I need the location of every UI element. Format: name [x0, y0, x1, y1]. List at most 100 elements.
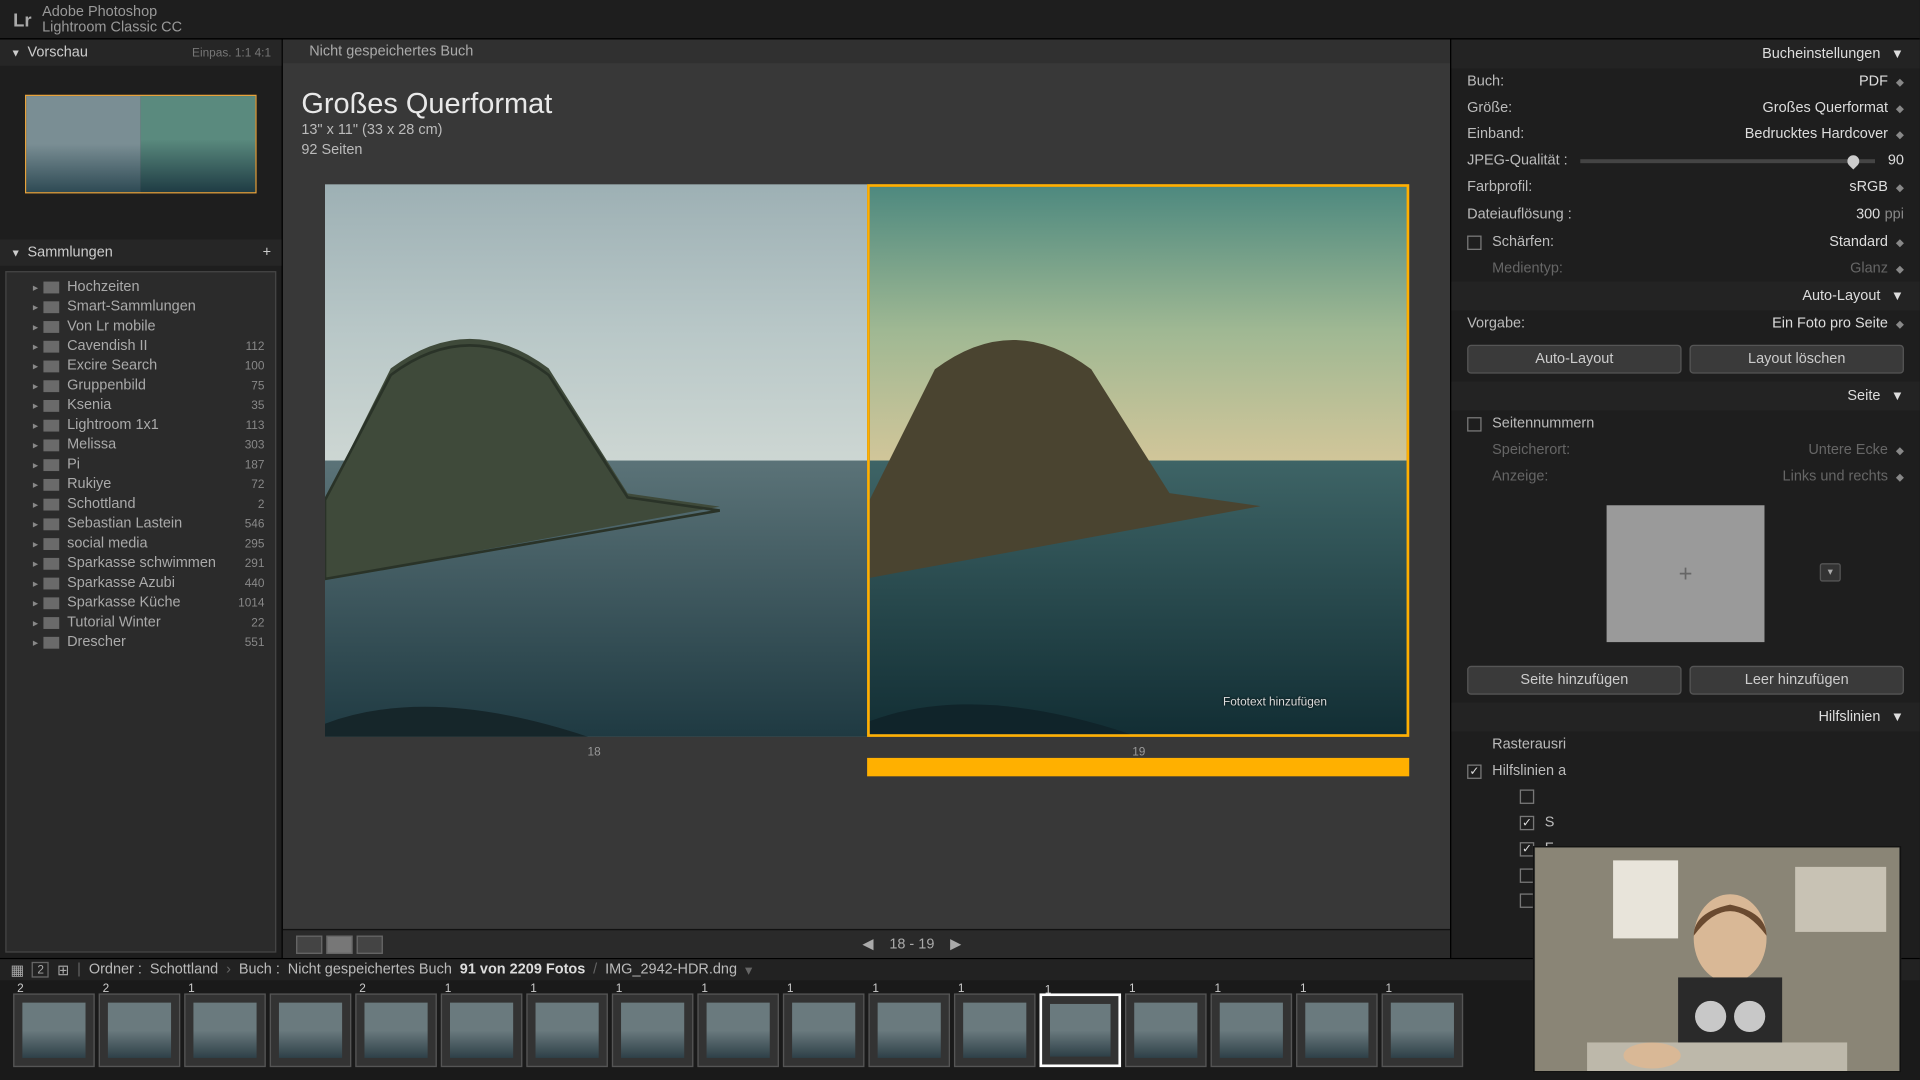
collection-item[interactable]: ▸Rukiye72 [7, 475, 275, 495]
add-blank-button[interactable]: Leer hinzufügen [1689, 666, 1903, 695]
crumb-folder-label: Ordner : [89, 962, 142, 978]
jpeg-quality-row[interactable]: JPEG-Qualität :90 [1451, 147, 1919, 173]
filmstrip-thumb[interactable]: 1 [1296, 993, 1378, 1067]
collection-item[interactable]: ▸Hochzeiten [7, 278, 275, 298]
book-size-row[interactable]: Größe:Großes Querformat◆ [1451, 95, 1919, 121]
spread-view-button[interactable] [326, 935, 352, 953]
pagenum-location-row: Speicherort:Untere Ecke◆ [1451, 437, 1919, 463]
collection-item[interactable]: ▸Von Lr mobile [7, 317, 275, 337]
collection-item[interactable]: ▸social media295 [7, 534, 275, 554]
prev-page-button[interactable]: ◀ [862, 936, 873, 953]
filmstrip-thumb[interactable]: 1 [868, 993, 950, 1067]
secondary-monitor-icon[interactable]: 2 [32, 962, 49, 978]
grid-snap-row[interactable]: Rasterausri [1451, 732, 1919, 758]
next-page-button[interactable]: ▶ [950, 936, 961, 953]
view-mode-icon[interactable]: ⊞ [57, 961, 69, 978]
collection-item[interactable]: ▸Schottland2 [7, 495, 275, 515]
filmstrip-thumb[interactable]: 1 [441, 993, 523, 1067]
filmstrip-thumb[interactable]: 1 [526, 993, 608, 1067]
grid-icon[interactable]: ▦ [11, 961, 25, 978]
collection-item[interactable]: ▸Lightroom 1x1113 [7, 416, 275, 436]
app-logo: Lr [13, 9, 31, 30]
page-numbers-checkbox[interactable] [1467, 416, 1481, 430]
preview-label: Vorschau [28, 45, 193, 61]
disclosure-triangle-icon: ▼ [11, 247, 21, 259]
book-settings-header[interactable]: Bucheinstellungen▼ [1451, 39, 1919, 68]
resolution-row[interactable]: Dateiauflösung :300 ppi [1451, 200, 1919, 229]
collection-item[interactable]: ▸Sebastian Lastein546 [7, 514, 275, 534]
photo-right [869, 187, 1406, 734]
crumb-book-value[interactable]: Nicht gespeichertes Buch [288, 962, 452, 978]
add-caption-hint[interactable]: Fototext hinzufügen [1223, 695, 1327, 708]
navigator-thumbnail[interactable] [25, 95, 257, 194]
book-page-count: 92 Seiten [301, 141, 1431, 161]
preview-panel-header[interactable]: ▼ Vorschau Einpas. 1:1 4:1 [0, 39, 282, 65]
filmstrip-thumb[interactable]: 1 [954, 993, 1036, 1067]
template-dropdown-icon[interactable]: ▾ [1820, 563, 1841, 581]
webcam-overlay [1533, 846, 1901, 1072]
filmstrip-thumb[interactable]: 1 [1125, 993, 1207, 1067]
guide-opt-2[interactable]: ✓S [1451, 809, 1919, 835]
collection-item[interactable]: ▸Drescher551 [7, 633, 275, 653]
filmstrip-thumb[interactable]: 1 [1382, 993, 1464, 1067]
collection-item[interactable]: ▸Cavendish II112 [7, 337, 275, 357]
auto-layout-button[interactable]: Auto-Layout [1467, 345, 1681, 374]
page-numbers-row[interactable]: Seitennummern [1451, 411, 1919, 437]
left-page[interactable] [324, 184, 866, 737]
filmstrip-thumb[interactable]: 2 [13, 993, 95, 1067]
title-bar: Lr Adobe PhotoshopLightroom Classic CC [0, 0, 1920, 39]
collection-item[interactable]: ▸Sparkasse Küche1014 [7, 593, 275, 613]
preview-zoom-options[interactable]: Einpas. 1:1 4:1 [192, 46, 271, 59]
single-view-button[interactable] [357, 935, 383, 953]
collection-item[interactable]: ▸Melissa303 [7, 436, 275, 456]
collection-item[interactable]: ▸Tutorial Winter22 [7, 613, 275, 633]
jpeg-quality-slider[interactable] [1581, 159, 1875, 163]
sharpen-row[interactable]: Schärfen:Standard◆ [1451, 229, 1919, 255]
guide-opt-1[interactable] [1451, 784, 1919, 809]
page-template-picker[interactable]: +▾ [1607, 505, 1765, 642]
collection-item[interactable]: ▸Smart-Sammlungen [7, 297, 275, 317]
crumb-count: 91 von 2209 Fotos [460, 962, 585, 978]
show-guides-row[interactable]: ✓Hilfslinien a [1451, 758, 1919, 784]
book-format-row[interactable]: Buch:PDF◆ [1451, 68, 1919, 94]
collections-panel-header[interactable]: ▼ Sammlungen + [0, 239, 282, 265]
crumb-folder-value[interactable]: Schottland [150, 962, 218, 978]
filmstrip-thumb[interactable]: 1 [1039, 993, 1121, 1067]
right-page-selected[interactable]: Fototext hinzufügen [866, 184, 1408, 737]
collection-item[interactable]: ▸Excire Search100 [7, 357, 275, 377]
preset-row[interactable]: Vorgabe:Ein Foto pro Seite◆ [1451, 311, 1919, 337]
filmstrip-thumb[interactable]: 2 [355, 993, 437, 1067]
book-title: Großes Querformat [301, 87, 1431, 121]
collection-item[interactable]: ▸Sparkasse schwimmen291 [7, 554, 275, 574]
filmstrip-thumb[interactable]: 1 [697, 993, 779, 1067]
sharpen-checkbox[interactable] [1467, 235, 1481, 249]
filmstrip-thumb[interactable] [270, 993, 352, 1067]
filmstrip-thumb[interactable]: 1 [1211, 993, 1293, 1067]
grid-view-button[interactable] [296, 935, 322, 953]
left-panel: ▼ Vorschau Einpas. 1:1 4:1 ▼ Sammlungen … [0, 39, 283, 957]
add-page-button[interactable]: Seite hinzufügen [1467, 666, 1681, 695]
add-collection-icon[interactable]: + [263, 245, 271, 261]
collection-item[interactable]: ▸Ksenia35 [7, 396, 275, 416]
book-cover-row[interactable]: Einband:Bedrucktes Hardcover◆ [1451, 121, 1919, 147]
center-canvas: Nicht gespeichertes Buch Großes Querform… [283, 39, 1450, 957]
app-name: Adobe PhotoshopLightroom Classic CC [42, 3, 182, 35]
view-toolbar: ◀ 18 - 19 ▶ [283, 929, 1450, 958]
auto-layout-header[interactable]: Auto-Layout▼ [1451, 282, 1919, 311]
page-spread[interactable]: Fototext hinzufügen 18 19 [324, 184, 1408, 758]
show-guides-checkbox[interactable]: ✓ [1467, 764, 1481, 778]
collection-item[interactable]: ▸Gruppenbild75 [7, 376, 275, 396]
collection-item[interactable]: ▸Pi187 [7, 455, 275, 475]
filmstrip-thumb[interactable]: 1 [184, 993, 266, 1067]
filmstrip-thumb[interactable]: 2 [99, 993, 181, 1067]
clear-layout-button[interactable]: Layout löschen [1689, 345, 1903, 374]
page-navigator: ◀ 18 - 19 ▶ [862, 936, 961, 953]
filmstrip-thumb[interactable]: 1 [783, 993, 865, 1067]
filmstrip-thumb[interactable]: 1 [612, 993, 694, 1067]
page-section-header[interactable]: Seite▼ [1451, 382, 1919, 411]
color-profile-row[interactable]: Farbprofil:sRGB◆ [1451, 174, 1919, 200]
unsaved-book-tab[interactable]: Nicht gespeichertes Buch [309, 43, 473, 59]
chevron-down-icon: ▼ [1891, 389, 1904, 403]
guides-header[interactable]: Hilfslinien▼ [1451, 703, 1919, 732]
collection-item[interactable]: ▸Sparkasse Azubi440 [7, 574, 275, 594]
